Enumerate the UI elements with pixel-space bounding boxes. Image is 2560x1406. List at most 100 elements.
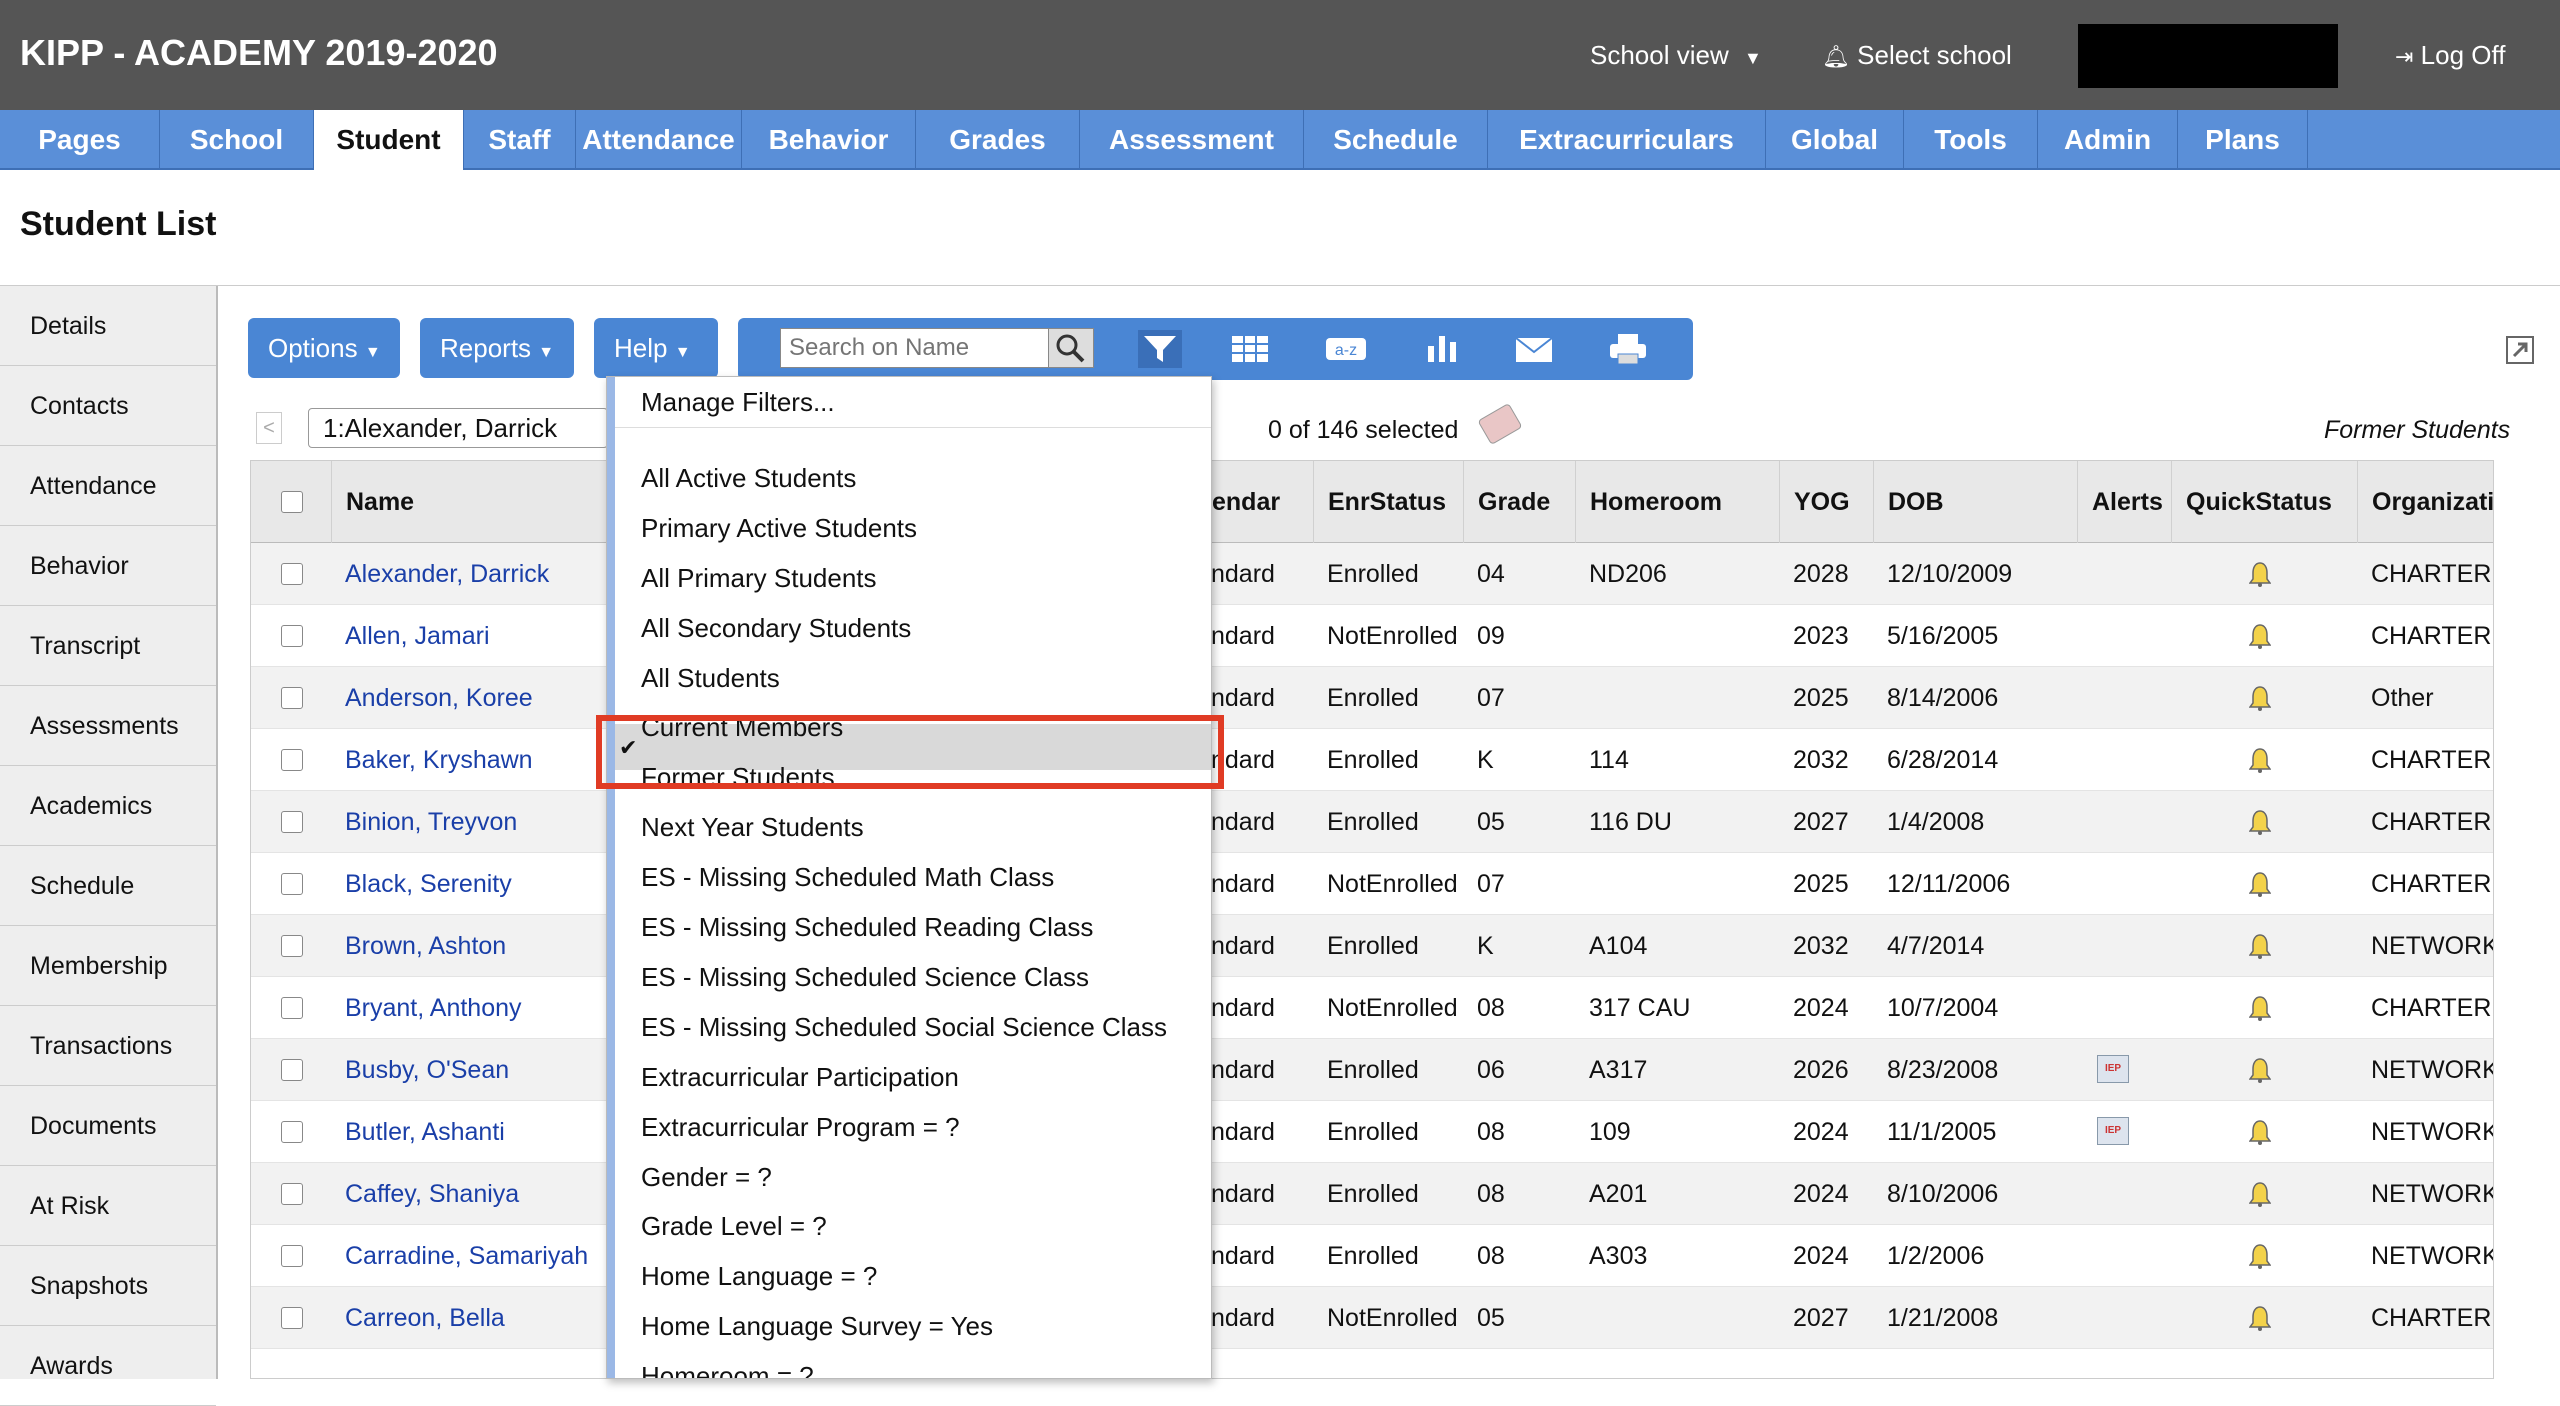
column-header-yog[interactable]: YOG — [1779, 461, 1873, 543]
print-icon[interactable] — [1606, 330, 1650, 368]
quickstatus-bell-icon[interactable] — [2248, 1243, 2272, 1269]
mail-icon[interactable] — [1512, 330, 1556, 368]
nav-tab-student[interactable]: Student — [314, 110, 464, 170]
table-row[interactable]: Carreon, Bella ndard NotEnrolled 05 2027 1/21… — [251, 1287, 2493, 1349]
sidebar-item-transactions[interactable]: Transactions — [0, 1006, 216, 1086]
iep-alert-icon[interactable]: IEP — [2097, 1055, 2129, 1083]
filter-icon[interactable] — [1138, 330, 1182, 368]
quickstatus-bell-icon[interactable] — [2248, 561, 2272, 587]
filter-menu-item[interactable]: ES - Missing Scheduled Social Science Cl… — [641, 1002, 1167, 1052]
quickstatus-bell-icon[interactable] — [2248, 933, 2272, 959]
filter-menu-item[interactable]: Homeroom = ? — [641, 1351, 814, 1378]
sidebar-item-behavior[interactable]: Behavior — [0, 526, 216, 606]
filter-menu-item[interactable]: Home Language Survey = Yes — [641, 1301, 993, 1351]
filter-menu-item[interactable]: All Active Students — [641, 453, 856, 503]
sidebar-item-assessments[interactable]: Assessments — [0, 686, 216, 766]
quickstatus-bell-icon[interactable] — [2248, 1057, 2272, 1083]
school-view-menu[interactable]: School view ▼ — [1590, 40, 1762, 71]
row-checkbox[interactable] — [281, 935, 303, 957]
select-school-button[interactable]: 🔔︎ Select school — [1822, 40, 2012, 71]
table-row[interactable]: Baker, Kryshawn ndard Enrolled K 114 2032 6/28… — [251, 729, 2493, 791]
nav-tab-plans[interactable]: Plans — [2178, 110, 2308, 170]
nav-tab-schedule[interactable]: Schedule — [1304, 110, 1488, 170]
options-button[interactable]: Options ▼ — [248, 318, 400, 378]
nav-tab-attendance[interactable]: Attendance — [576, 110, 742, 170]
row-checkbox[interactable] — [281, 1245, 303, 1267]
sidebar-item-at-risk[interactable]: At Risk — [0, 1166, 216, 1246]
row-checkbox[interactable] — [281, 873, 303, 895]
table-row[interactable]: Busby, O'Sean ndard Enrolled 06 A317 2026 8/23… — [251, 1039, 2493, 1101]
sidebar-item-schedule[interactable]: Schedule — [0, 846, 216, 926]
column-header-enrstatus[interactable]: EnrStatus — [1313, 461, 1463, 543]
quickstatus-bell-icon[interactable] — [2248, 623, 2272, 649]
row-checkbox[interactable] — [281, 1307, 303, 1329]
current-student-field[interactable]: 1:Alexander, Darrick — [308, 408, 608, 448]
grid-icon[interactable] — [1228, 330, 1272, 368]
search-icon[interactable] — [1048, 328, 1094, 368]
column-header-grade[interactable]: Grade — [1463, 461, 1575, 543]
quickstatus-bell-icon[interactable] — [2248, 1181, 2272, 1207]
column-header-homeroom[interactable]: Homeroom — [1575, 461, 1779, 543]
select-all-checkbox[interactable] — [281, 491, 303, 513]
column-header-dob[interactable]: DOB — [1873, 461, 2077, 543]
reports-button[interactable]: Reports ▼ — [420, 318, 574, 378]
table-row[interactable]: Butler, Ashanti ndard Enrolled 08 109 2024 11/… — [251, 1101, 2493, 1163]
filter-menu-item[interactable]: Manage Filters... — [641, 377, 835, 427]
sidebar-item-academics[interactable]: Academics — [0, 766, 216, 846]
sidebar-item-documents[interactable]: Documents — [0, 1086, 216, 1166]
filter-menu-item[interactable]: Gender = ? — [641, 1152, 772, 1202]
quickstatus-bell-icon[interactable] — [2248, 1119, 2272, 1145]
column-header-quickstatus[interactable]: QuickStatus — [2171, 461, 2357, 543]
sidebar-item-awards[interactable]: Awards — [0, 1326, 216, 1406]
table-row[interactable]: Brown, Ashton ndard Enrolled K A104 2032 4/7/2… — [251, 915, 2493, 977]
expand-icon[interactable] — [2506, 336, 2534, 364]
table-row[interactable]: Carradine, Samariyah ndard Enrolled 08 A303 2… — [251, 1225, 2493, 1287]
eraser-icon[interactable] — [1477, 402, 1523, 446]
nav-tab-staff[interactable]: Staff — [464, 110, 576, 170]
nav-tab-global[interactable]: Global — [1766, 110, 1904, 170]
sidebar-item-snapshots[interactable]: Snapshots — [0, 1246, 216, 1326]
nav-tab-tools[interactable]: Tools — [1904, 110, 2038, 170]
quickstatus-bell-icon[interactable] — [2248, 871, 2272, 897]
nav-tab-school[interactable]: School — [160, 110, 314, 170]
table-row[interactable]: Caffey, Shaniya ndard Enrolled 08 A201 2024 8/… — [251, 1163, 2493, 1225]
table-row[interactable]: Anderson, Koree ndard Enrolled 07 2025 8/14/2… — [251, 667, 2493, 729]
row-checkbox[interactable] — [281, 1059, 303, 1081]
column-header-endar[interactable]: endar — [1197, 461, 1313, 543]
help-button[interactable]: Help ▼ — [594, 318, 718, 378]
filter-menu-item[interactable]: Next Year Students — [641, 802, 864, 852]
row-checkbox[interactable] — [281, 687, 303, 709]
column-header-alerts[interactable]: Alerts — [2077, 461, 2171, 543]
filter-menu-item[interactable]: All Secondary Students — [641, 603, 911, 653]
filter-menu-item[interactable]: ES - Missing Scheduled Math Class — [641, 852, 1054, 902]
sidebar-item-membership[interactable]: Membership — [0, 926, 216, 1006]
sidebar-item-contacts[interactable]: Contacts — [0, 366, 216, 446]
row-checkbox[interactable] — [281, 749, 303, 771]
filter-menu-item[interactable]: Grade Level = ? — [641, 1201, 827, 1251]
filter-menu-item[interactable]: Home Language = ? — [641, 1251, 877, 1301]
quickstatus-bell-icon[interactable] — [2248, 1305, 2272, 1331]
table-row[interactable]: Bryant, Anthony ndard NotEnrolled 08 317 CAU… — [251, 977, 2493, 1039]
filter-menu-item[interactable]: All Primary Students — [641, 553, 877, 603]
row-checkbox[interactable] — [281, 1183, 303, 1205]
row-checkbox[interactable] — [281, 1121, 303, 1143]
row-checkbox[interactable] — [281, 625, 303, 647]
nav-tab-behavior[interactable]: Behavior — [742, 110, 916, 170]
previous-record-button[interactable]: < — [256, 412, 282, 444]
table-row[interactable]: Black, Serenity ndard NotEnrolled 07 2025 12/… — [251, 853, 2493, 915]
filter-menu-item[interactable]: ES - Missing Scheduled Science Class — [641, 952, 1089, 1002]
row-checkbox[interactable] — [281, 997, 303, 1019]
row-checkbox[interactable] — [281, 811, 303, 833]
row-checkbox[interactable] — [281, 563, 303, 585]
sidebar-item-attendance[interactable]: Attendance — [0, 446, 216, 526]
filter-menu-item[interactable]: Extracurricular Program = ? — [641, 1102, 960, 1152]
search-input[interactable] — [780, 328, 1050, 368]
quickstatus-bell-icon[interactable] — [2248, 685, 2272, 711]
iep-alert-icon[interactable]: IEP — [2097, 1117, 2129, 1145]
filter-menu-item[interactable]: ES - Missing Scheduled Reading Class — [641, 902, 1093, 952]
table-row[interactable]: Alexander, Darrick ndard Enrolled 04 ND206 20… — [251, 543, 2493, 605]
nav-tab-grades[interactable]: Grades — [916, 110, 1080, 170]
filter-menu-item[interactable]: All Students — [641, 653, 780, 703]
sidebar-item-details[interactable]: Details — [0, 286, 216, 366]
nav-tab-assessment[interactable]: Assessment — [1080, 110, 1304, 170]
